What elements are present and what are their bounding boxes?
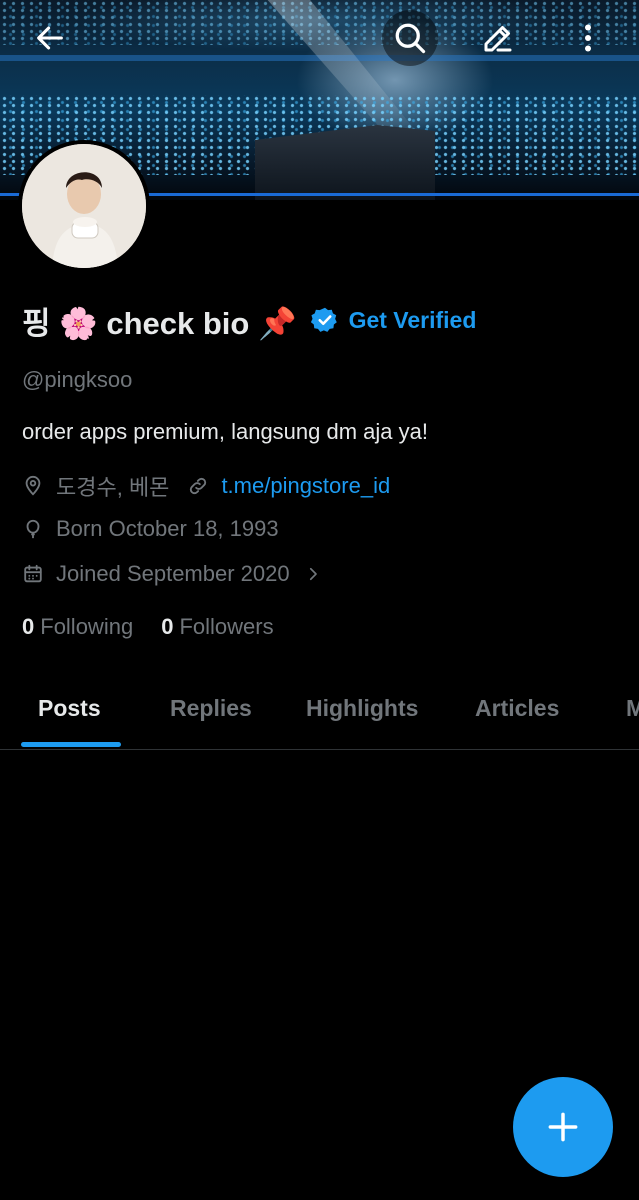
tab-articles[interactable]: Articles [475,695,559,722]
link-icon [190,477,207,495]
search-icon [395,23,426,54]
tab-media[interactable]: M [626,695,639,722]
display-name: 핑 🌸 check bio 📌 [22,305,297,341]
plus-icon [548,1112,578,1142]
following-count: 0 [22,614,35,639]
tab-highlights[interactable]: Highlights [306,695,418,722]
joined-text: Joined September 2020 [56,561,290,586]
following-link[interactable]: 0 Following [22,614,133,640]
tab-replies[interactable]: Replies [170,695,252,722]
tab-posts[interactable]: Posts [38,695,101,722]
profile-birthday-row: Born October 18, 1993 [22,516,279,542]
location-text: 도경수, 베몬 [56,475,170,500]
follow-stats: 0 Following 0 Followers [22,614,302,640]
active-tab-indicator [21,742,121,747]
avatar[interactable] [18,140,150,272]
profile-location-row: 도경수, 베몬 t.me/pingstore_id [22,470,390,502]
followers-label: Followers [179,614,274,639]
edit-profile-button[interactable] [470,10,526,66]
balloon-icon [26,519,40,539]
chevron-right-icon [309,567,317,581]
following-label: Following [40,614,134,639]
profile-tabs: Posts Replies Highlights Articles M [0,680,639,750]
compose-post-button[interactable] [513,1077,613,1177]
verified-badge-icon [310,307,337,332]
profile-name-row: 핑 🌸 check bio 📌 Get Verified [22,300,477,341]
birthday-text: Born October 18, 1993 [56,516,279,541]
profile-joined-row[interactable]: Joined September 2020 [22,561,322,587]
profile-bio: order apps premium, langsung dm aja ya! [22,419,428,444]
more-options-button[interactable] [560,10,616,66]
more-vertical-icon [585,24,591,52]
user-handle: @pingksoo [22,367,133,392]
pencil-icon [484,26,512,52]
calendar-icon [24,564,42,583]
followers-count: 0 [161,614,174,639]
search-button[interactable] [382,10,438,66]
avatar-photo [22,144,146,268]
back-button[interactable] [22,10,78,66]
location-pin-icon [25,475,41,496]
get-verified-button[interactable]: Get Verified [349,307,477,334]
followers-link[interactable]: 0 Followers [161,614,273,640]
website-link[interactable]: t.me/pingstore_id [221,473,390,499]
arrow-left-icon [37,26,63,50]
